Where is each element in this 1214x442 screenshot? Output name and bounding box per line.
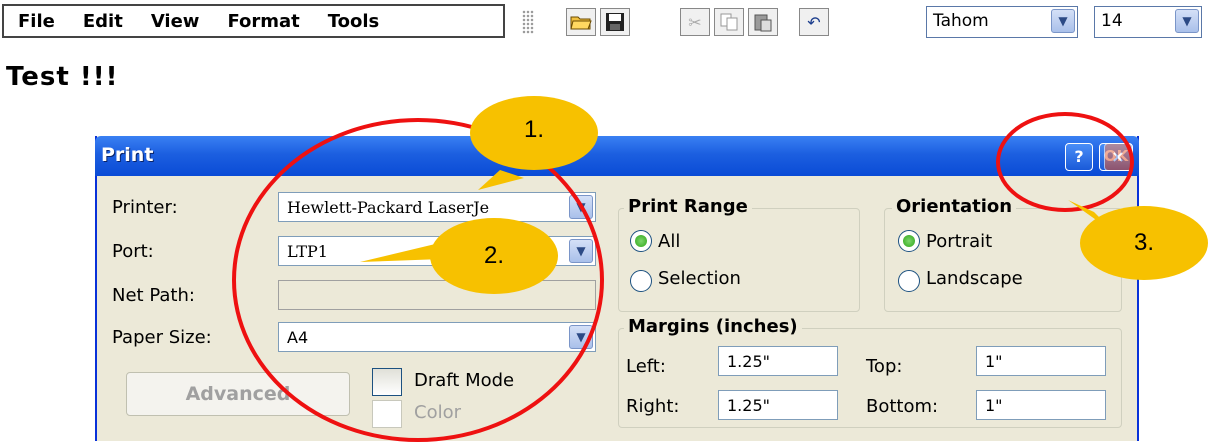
callout-1: 1.: [470, 96, 598, 170]
callout-3: 3.: [1080, 206, 1208, 280]
callout-pointers: [360, 170, 1116, 262]
callout-2: 2.: [430, 218, 558, 294]
